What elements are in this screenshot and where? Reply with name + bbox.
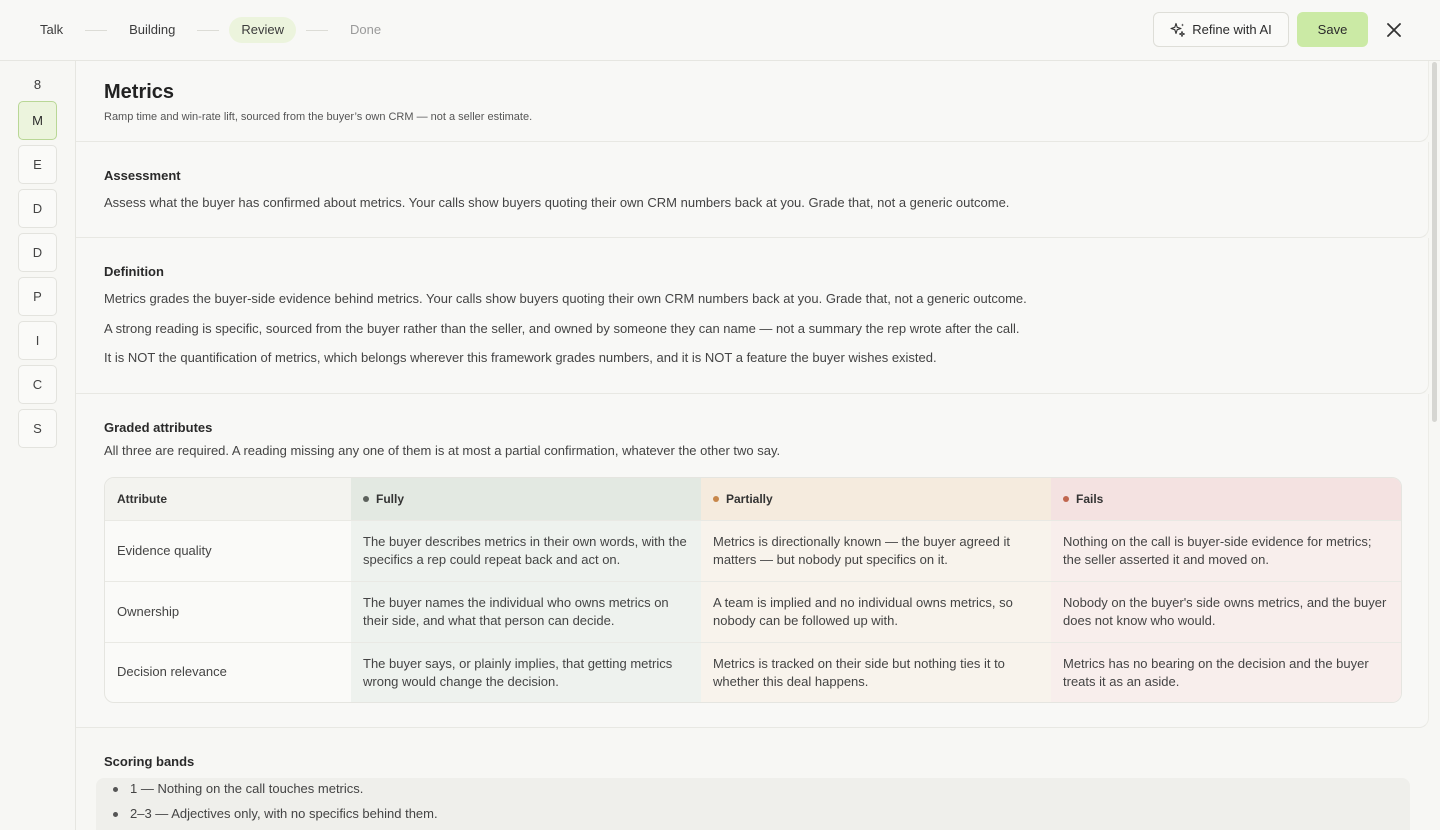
assessment-section: Assessment Assess what the buyer has con… bbox=[76, 142, 1429, 238]
sparkle-icon bbox=[1170, 22, 1186, 37]
step-review[interactable]: Review bbox=[229, 17, 297, 43]
section-count: 8 bbox=[33, 77, 42, 92]
partially-dot-icon bbox=[713, 496, 719, 502]
assessment-heading: Assessment bbox=[104, 168, 181, 183]
fully-column: Fully The buyer describes metrics in the… bbox=[351, 478, 701, 702]
step-building[interactable]: Building bbox=[117, 17, 187, 43]
row-divider bbox=[105, 581, 1401, 582]
top-bar: Talk Building Review Done Refine with AI… bbox=[0, 0, 1440, 61]
step-separator bbox=[197, 29, 220, 31]
fully-dot-icon bbox=[363, 496, 369, 502]
fails-dot-icon bbox=[1063, 496, 1069, 502]
rail-item-s[interactable]: S bbox=[18, 409, 57, 448]
partially-decision-relevance: Metrics is tracked on their side but not… bbox=[713, 656, 1005, 689]
row-divider bbox=[105, 520, 1401, 521]
rail-item-m[interactable]: M bbox=[18, 101, 57, 140]
partially-label: Partially bbox=[726, 492, 773, 506]
stepper: Talk Building Review Done bbox=[28, 17, 393, 43]
save-button[interactable]: Save bbox=[1297, 12, 1368, 47]
main-content: Metrics Ramp time and win-rate lift, sou… bbox=[76, 61, 1430, 830]
rail-item-i[interactable]: I bbox=[18, 321, 57, 360]
partially-ownership: A team is implied and no individual owns… bbox=[713, 595, 1013, 628]
scoring-bands-heading: Scoring bands bbox=[104, 754, 195, 769]
column-header-fully: Fully bbox=[351, 478, 701, 520]
fails-label: Fails bbox=[1076, 492, 1104, 506]
rail-item-e[interactable]: E bbox=[18, 145, 57, 184]
row-divider bbox=[105, 642, 1401, 643]
close-icon bbox=[1387, 23, 1401, 37]
fully-evidence-quality: The buyer describes metrics in their own… bbox=[363, 534, 687, 567]
band-item: 1 — Nothing on the call touches metrics. bbox=[112, 781, 364, 796]
definition-heading: Definition bbox=[104, 264, 164, 279]
page-subtitle: Ramp time and win-rate lift, sourced fro… bbox=[104, 111, 533, 123]
refine-with-ai-button[interactable]: Refine with AI bbox=[1153, 12, 1289, 47]
definition-paragraph: A strong reading is specific, sourced fr… bbox=[104, 321, 1020, 336]
section-rail: 8 M E D D P I C S bbox=[0, 61, 76, 830]
definition-section: Definition Metrics grades the buyer-side… bbox=[76, 238, 1429, 394]
rail-item-p[interactable]: P bbox=[18, 277, 57, 316]
row-label-ownership: Ownership bbox=[117, 603, 180, 619]
definition-paragraph: Metrics grades the buyer-side evidence b… bbox=[104, 291, 1027, 306]
scrollbar-thumb[interactable] bbox=[1432, 62, 1437, 422]
rail-item-c[interactable]: C bbox=[18, 365, 57, 404]
step-talk[interactable]: Talk bbox=[28, 17, 75, 43]
attributes-heading: Graded attributes bbox=[104, 420, 213, 435]
row-label-evidence-quality: Evidence quality bbox=[117, 542, 212, 558]
rail-item-d-2[interactable]: D bbox=[18, 233, 57, 272]
step-separator bbox=[85, 29, 108, 31]
close-button[interactable] bbox=[1382, 18, 1406, 42]
scoring-bands-list: 1 — Nothing on the call touches metrics.… bbox=[96, 778, 1410, 830]
attributes-note: All three are required. A reading missin… bbox=[104, 443, 781, 458]
definition-paragraph: It is NOT the quantification of metrics,… bbox=[104, 350, 937, 365]
step-separator bbox=[306, 29, 329, 31]
fails-evidence-quality: Nothing on the call is buyer-side eviden… bbox=[1063, 534, 1372, 567]
attribute-column: Attribute Evidence quality Ownership Dec… bbox=[105, 478, 351, 702]
fails-column: Fails Nothing on the call is buyer-side … bbox=[1051, 478, 1401, 702]
refine-label: Refine with AI bbox=[1192, 22, 1272, 37]
attributes-table: Attribute Evidence quality Ownership Dec… bbox=[104, 477, 1402, 703]
page-title: Metrics bbox=[104, 81, 175, 103]
partially-column: Partially Metrics is directionally known… bbox=[701, 478, 1051, 702]
column-header-partially: Partially bbox=[701, 478, 1051, 520]
fully-label: Fully bbox=[376, 492, 405, 506]
rail-item-d[interactable]: D bbox=[18, 189, 57, 228]
assessment-text: Assess what the buyer has confirmed abou… bbox=[104, 195, 1010, 210]
step-done[interactable]: Done bbox=[338, 17, 393, 43]
fully-decision-relevance: The buyer says, or plainly implies, that… bbox=[363, 656, 673, 689]
title-section: Metrics Ramp time and win-rate lift, sou… bbox=[76, 61, 1429, 142]
fully-ownership: The buyer names the individual who owns … bbox=[363, 595, 669, 628]
column-header-attribute: Attribute bbox=[105, 478, 351, 520]
column-header-fails: Fails bbox=[1051, 478, 1401, 520]
fails-ownership: Nobody on the buyer's side owns metrics,… bbox=[1063, 595, 1387, 628]
row-label-decision-relevance: Decision relevance bbox=[117, 664, 227, 679]
partially-evidence-quality: Metrics is directionally known — the buy… bbox=[713, 534, 1010, 567]
band-item: 2–3 — Adjectives only, with no specifics… bbox=[113, 806, 438, 821]
fails-decision-relevance: Metrics has no bearing on the decision a… bbox=[1063, 656, 1369, 689]
